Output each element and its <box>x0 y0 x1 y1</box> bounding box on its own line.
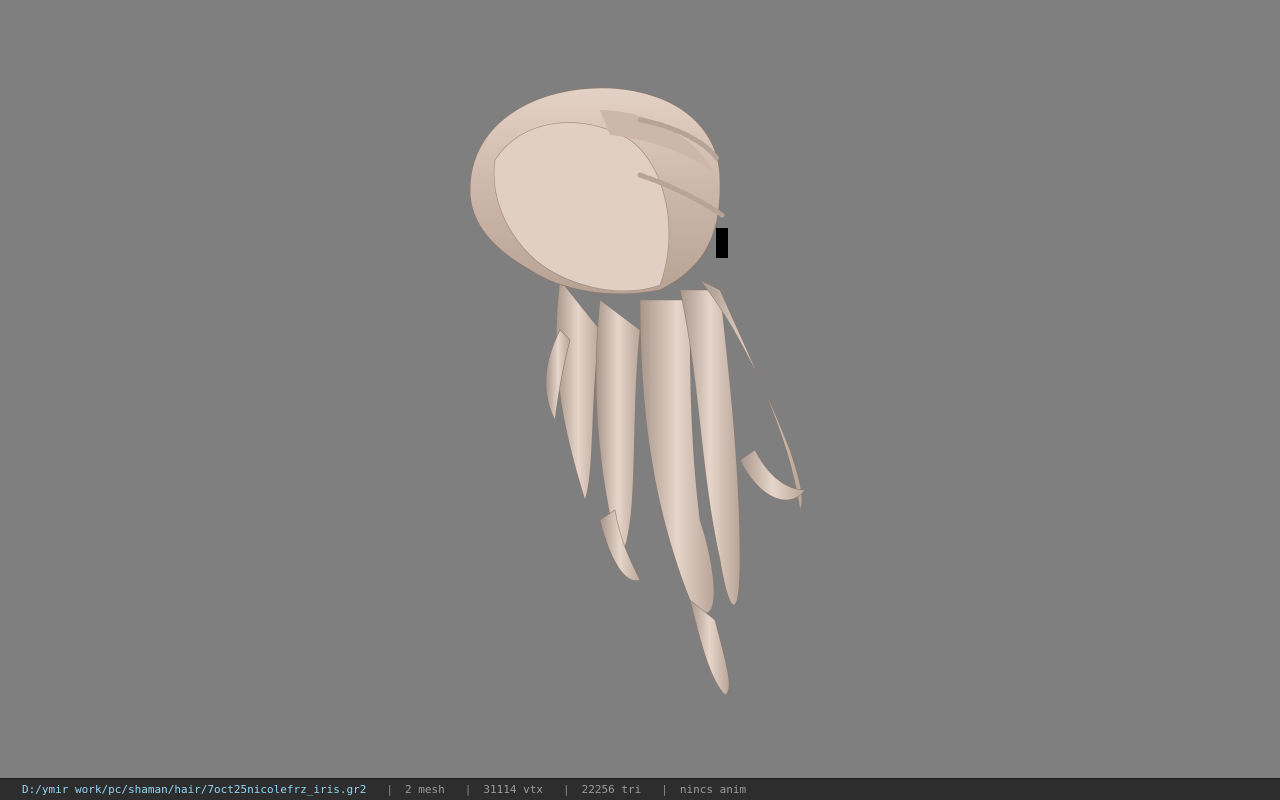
separator: | <box>464 783 472 796</box>
triangle-count: 22256 tri <box>581 783 642 796</box>
hair-strands-back <box>545 279 806 696</box>
3d-viewport[interactable] <box>0 0 1280 778</box>
vertex-count: 31114 vtx <box>483 783 543 796</box>
separator: | <box>562 783 570 796</box>
separator: | <box>386 783 393 796</box>
model-file-path: D:/ymir work/pc/shaman/hair/7oct25nicole… <box>22 783 367 796</box>
hair-model-render <box>469 87 806 696</box>
separator: | <box>661 783 668 796</box>
status-bar: D:/ymir work/pc/shaman/hair/7oct25nicole… <box>0 778 1280 800</box>
animation-status: nincs anim <box>679 783 747 796</box>
mesh-count: 2 mesh <box>405 783 445 796</box>
hair-clip <box>716 228 728 258</box>
